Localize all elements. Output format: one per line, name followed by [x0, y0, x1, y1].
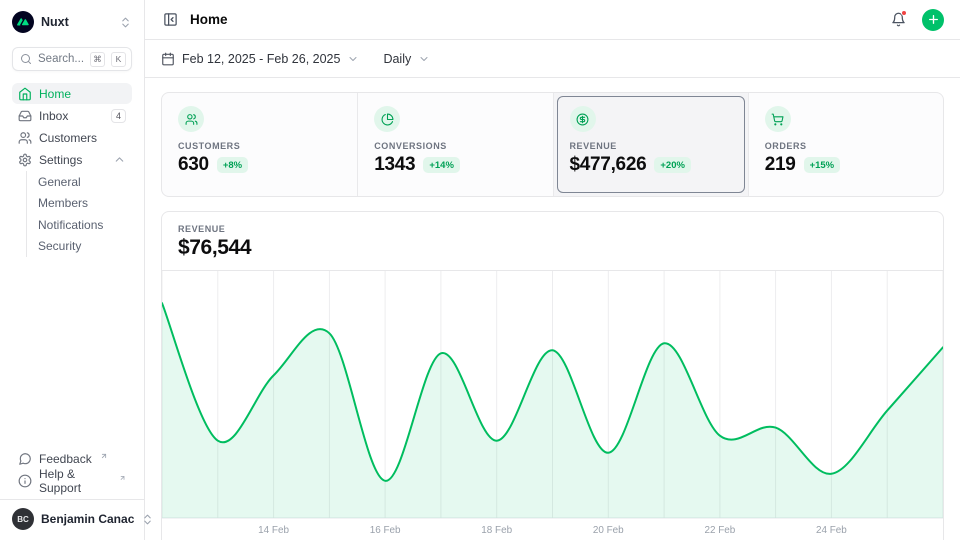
sidebar-item-settings[interactable]: Settings: [12, 149, 132, 170]
main-area: Home Feb 12, 2025 - Feb 26, 2025 Daily: [145, 0, 960, 540]
sidebar-nav: Home Inbox 4 Customers Settings General …: [12, 83, 132, 257]
stat-value: 219: [765, 154, 796, 176]
inbox-count-badge: 4: [111, 109, 126, 123]
footer-link-label: Feedback: [39, 452, 92, 466]
stat-delta-badge: +14%: [423, 157, 460, 173]
chart-header: REVENUE $76,544: [162, 212, 943, 271]
sidebar-item-inbox[interactable]: Inbox 4: [12, 105, 132, 126]
home-icon: [18, 87, 32, 101]
page-title: Home: [190, 12, 228, 27]
sidebar-item-label: Settings: [39, 153, 82, 167]
chevron-down-icon: [418, 53, 430, 65]
sidebar-item-label: Inbox: [39, 109, 68, 123]
stat-card-conversions[interactable]: CONVERSIONS 1343 +14%: [357, 93, 552, 196]
settings-submenu: General Members Notifications Security: [26, 171, 132, 257]
stat-delta-badge: +20%: [654, 157, 691, 173]
sidebar-item-general[interactable]: General: [34, 171, 132, 193]
search-icon: [20, 53, 32, 65]
stat-card-orders[interactable]: ORDERS 219 +15%: [748, 93, 943, 196]
pie-chart-icon: [374, 106, 400, 132]
stat-label: CONVERSIONS: [374, 141, 536, 151]
external-link-icon: [100, 452, 108, 460]
info-icon: [18, 474, 32, 488]
stats-row: CUSTOMERS 630 +8% CONVERSIONS 1343 +14%: [161, 92, 944, 197]
notifications-button[interactable]: [889, 10, 908, 29]
stat-delta-badge: +15%: [804, 157, 841, 173]
filters-toolbar: Feb 12, 2025 - Feb 26, 2025 Daily: [145, 40, 960, 78]
stat-delta-badge: +8%: [217, 157, 248, 173]
sidebar-collapse-button[interactable]: [161, 10, 180, 29]
help-support-link[interactable]: Help & Support: [12, 470, 132, 491]
nuxt-logo-icon: [12, 11, 34, 33]
svg-text:18 Feb: 18 Feb: [481, 525, 512, 536]
sub-item-label: Notifications: [38, 218, 103, 232]
stat-value: $477,626: [570, 154, 647, 176]
stat-label: REVENUE: [570, 141, 732, 151]
sidebar-item-members[interactable]: Members: [34, 193, 132, 215]
sub-item-label: General: [38, 175, 81, 189]
sub-item-label: Security: [38, 239, 81, 253]
external-link-icon: [119, 474, 126, 482]
notification-dot: [901, 10, 907, 16]
period-label: Daily: [383, 52, 411, 66]
sidebar-item-security[interactable]: Security: [34, 236, 132, 258]
avatar: BC: [12, 508, 34, 530]
sidebar-item-notifications[interactable]: Notifications: [34, 214, 132, 236]
user-name: Benjamin Canac: [41, 512, 134, 526]
inbox-icon: [18, 109, 32, 123]
stat-value: 1343: [374, 154, 415, 176]
search-field[interactable]: [38, 53, 84, 65]
user-menu[interactable]: BC Benjamin Canac: [0, 499, 144, 536]
revenue-chart-card: REVENUE $76,544 14 Feb 16 Feb 18 Feb 20 Feb…: [161, 211, 944, 540]
search-input[interactable]: ⌘ K: [12, 47, 132, 71]
svg-text:22 Feb: 22 Feb: [704, 525, 735, 536]
stat-label: ORDERS: [765, 141, 927, 151]
footer-link-label: Help & Support: [39, 467, 111, 495]
panel-left-close-icon: [163, 12, 178, 27]
dollar-circle-icon: [570, 106, 596, 132]
users-icon: [178, 106, 204, 132]
sidebar-spacer: [12, 257, 132, 448]
svg-text:14 Feb: 14 Feb: [258, 525, 289, 536]
cart-icon: [765, 106, 791, 132]
chevron-up-icon: [113, 153, 126, 166]
svg-text:20 Feb: 20 Feb: [593, 525, 624, 536]
stat-card-customers[interactable]: CUSTOMERS 630 +8%: [162, 93, 357, 196]
sidebar-item-customers[interactable]: Customers: [12, 127, 132, 148]
chart-metric-label: REVENUE: [178, 224, 927, 234]
workspace-name: Nuxt: [41, 15, 112, 29]
topbar: Home: [145, 0, 960, 40]
chevron-down-icon: [347, 53, 359, 65]
add-button[interactable]: [922, 9, 944, 31]
page-content: CUSTOMERS 630 +8% CONVERSIONS 1343 +14%: [145, 78, 960, 540]
sidebar-item-home[interactable]: Home: [12, 83, 132, 104]
date-range-label: Feb 12, 2025 - Feb 26, 2025: [182, 52, 340, 66]
sidebar: Nuxt ⌘ K Home Inbox 4 Customers: [0, 0, 145, 540]
stat-label: CUSTOMERS: [178, 141, 341, 151]
sidebar-item-label: Home: [39, 87, 71, 101]
users-icon: [18, 131, 32, 145]
svg-text:16 Feb: 16 Feb: [370, 525, 401, 536]
stat-card-revenue[interactable]: REVENUE $477,626 +20%: [553, 93, 748, 196]
app-window: Nuxt ⌘ K Home Inbox 4 Customers: [0, 0, 960, 540]
date-range-button[interactable]: Feb 12, 2025 - Feb 26, 2025: [161, 52, 359, 66]
plus-icon: [927, 13, 940, 26]
period-select[interactable]: Daily: [383, 52, 430, 66]
revenue-area-chart[interactable]: 14 Feb 16 Feb 18 Feb 20 Feb 22 Feb 24 Feb: [162, 271, 943, 540]
svg-text:24 Feb: 24 Feb: [816, 525, 847, 536]
chart-metric-value: $76,544: [178, 236, 927, 260]
message-icon: [18, 452, 32, 466]
sub-item-label: Members: [38, 196, 88, 210]
gear-icon: [18, 153, 32, 167]
chevrons-up-down-icon: [119, 16, 132, 29]
sidebar-item-label: Customers: [39, 131, 97, 145]
chart-canvas: 14 Feb 16 Feb 18 Feb 20 Feb 22 Feb 24 Feb: [162, 271, 943, 540]
calendar-icon: [161, 52, 175, 66]
kbd-k: K: [111, 52, 126, 67]
kbd-cmd: ⌘: [90, 52, 105, 67]
workspace-switcher[interactable]: Nuxt: [12, 10, 132, 34]
stat-value: 630: [178, 154, 209, 176]
